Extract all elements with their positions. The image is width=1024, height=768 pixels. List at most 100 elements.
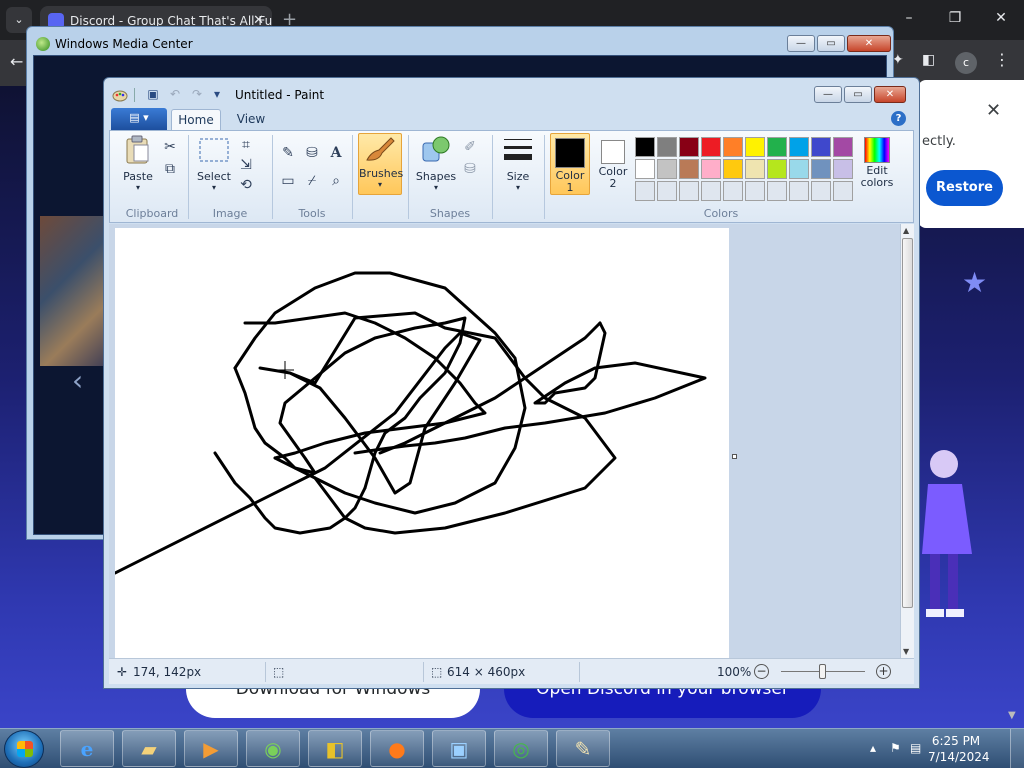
select-dropdown-icon[interactable]: ▾ xyxy=(194,183,234,192)
show-desktop-button[interactable] xyxy=(1010,729,1024,768)
palette-swatch[interactable] xyxy=(679,159,699,179)
paste-dropdown-icon[interactable]: ▾ xyxy=(118,183,158,192)
browser-menu-icon[interactable]: ⋮ xyxy=(992,50,1012,69)
size-button[interactable]: Size ▾ xyxy=(498,135,538,192)
tab-view[interactable]: View xyxy=(229,109,273,130)
color1-button[interactable]: Color 1 xyxy=(550,133,590,195)
paint-minimize-button[interactable]: — xyxy=(814,86,842,103)
palette-swatch[interactable] xyxy=(811,159,831,179)
palette-swatch[interactable] xyxy=(789,137,809,157)
customize-qat-icon[interactable]: ▾ xyxy=(210,87,224,101)
taskbar-media-player[interactable]: ▶ xyxy=(184,730,238,767)
help-icon[interactable]: ? xyxy=(891,111,906,126)
size-dropdown-icon[interactable]: ▾ xyxy=(498,183,538,192)
taskbar-chrome[interactable]: ◎ xyxy=(494,730,548,767)
restore-button[interactable]: Restore xyxy=(926,170,1003,206)
restore-close-icon[interactable]: ✕ xyxy=(986,100,1001,121)
palette-swatch[interactable] xyxy=(723,159,743,179)
taskbar-paint[interactable]: ✎ xyxy=(556,730,610,767)
fill-icon[interactable]: ⛁ xyxy=(460,159,480,179)
back-button[interactable]: ← xyxy=(10,52,23,71)
page-scroll-down-icon[interactable]: ▼ xyxy=(1008,710,1016,721)
zoom-in-button[interactable]: + xyxy=(876,664,891,679)
palette-swatch[interactable] xyxy=(657,181,677,201)
eraser-icon[interactable]: ▭ xyxy=(278,171,298,191)
wmc-minimize-button[interactable]: — xyxy=(787,35,815,52)
browser-close-icon[interactable]: ✕ xyxy=(986,10,1016,26)
palette-swatch[interactable] xyxy=(701,181,721,201)
palette-swatch[interactable] xyxy=(679,137,699,157)
copy-icon[interactable]: ⧉ xyxy=(160,159,180,179)
palette-swatch[interactable] xyxy=(833,181,853,201)
magnifier-icon[interactable]: ⌕ xyxy=(326,171,346,191)
show-hidden-icons[interactable]: ▴ xyxy=(870,741,876,755)
paint-close-button[interactable]: ✕ xyxy=(874,86,906,103)
cut-icon[interactable]: ✂ xyxy=(160,137,180,157)
palette-swatch[interactable] xyxy=(789,181,809,201)
select-button[interactable]: Select ▾ xyxy=(194,135,234,192)
system-clock[interactable]: 6:25 PM 7/14/2024 xyxy=(928,733,990,765)
palette-swatch[interactable] xyxy=(811,137,831,157)
scroll-down-icon[interactable]: ▼ xyxy=(903,647,909,656)
resize-icon[interactable]: ⇲ xyxy=(236,155,256,175)
palette-swatch[interactable] xyxy=(701,137,721,157)
fill-bucket-icon[interactable]: ⛁ xyxy=(302,143,322,163)
palette-swatch[interactable] xyxy=(679,181,699,201)
palette-swatch[interactable] xyxy=(745,159,765,179)
palette-swatch[interactable] xyxy=(745,137,765,157)
palette-swatch[interactable] xyxy=(789,159,809,179)
brushes-dropdown-icon[interactable]: ▾ xyxy=(359,180,401,189)
tab-home[interactable]: Home xyxy=(171,109,221,130)
edit-colors-button[interactable]: Edit colors xyxy=(856,133,898,189)
palette-swatch[interactable] xyxy=(657,137,677,157)
save-icon[interactable]: ▣ xyxy=(146,87,160,101)
shapes-dropdown-icon[interactable]: ▾ xyxy=(414,183,458,192)
rotate-icon[interactable]: ⟲ xyxy=(236,175,256,195)
network-icon[interactable]: ▤ xyxy=(910,741,921,755)
taskbar-file-explorer[interactable]: ▰ xyxy=(122,730,176,767)
color-picker-icon[interactable]: ⌿ xyxy=(302,171,322,191)
palette-swatch[interactable] xyxy=(723,181,743,201)
paint-file-menu-button[interactable]: ▤ ▾ xyxy=(111,108,167,130)
palette-swatch[interactable] xyxy=(767,159,787,179)
paste-button[interactable]: Paste ▾ xyxy=(118,135,158,192)
palette-swatch[interactable] xyxy=(811,181,831,201)
media-thumbnails[interactable] xyxy=(40,216,110,366)
action-center-icon[interactable]: ⚑ xyxy=(890,741,901,755)
canvas-resize-handle[interactable] xyxy=(732,454,737,459)
taskbar-firefox[interactable]: ● xyxy=(370,730,424,767)
palette-swatch[interactable] xyxy=(833,137,853,157)
taskbar-media-center[interactable]: ◉ xyxy=(246,730,300,767)
palette-swatch[interactable] xyxy=(833,159,853,179)
wmc-close-button[interactable]: ✕ xyxy=(847,35,891,52)
undo-icon[interactable]: ↶ xyxy=(168,87,182,101)
zoom-out-button[interactable]: − xyxy=(754,664,769,679)
palette-swatch[interactable] xyxy=(657,159,677,179)
taskbar-remote-desktop[interactable]: ▣ xyxy=(432,730,486,767)
color2-button[interactable]: Color 2 xyxy=(594,133,632,195)
shapes-button[interactable]: Shapes ▾ xyxy=(414,135,458,192)
paint-maximize-button[interactable]: ▭ xyxy=(844,86,872,103)
paint-app-icon[interactable] xyxy=(112,87,128,103)
browser-restore-icon[interactable]: ❐ xyxy=(940,10,970,26)
palette-swatch[interactable] xyxy=(745,181,765,201)
palette-swatch[interactable] xyxy=(767,181,787,201)
palette-swatch[interactable] xyxy=(635,159,655,179)
taskbar-internet-explorer[interactable]: e xyxy=(60,730,114,767)
zoom-slider-thumb[interactable] xyxy=(819,664,826,679)
scroll-up-icon[interactable]: ▲ xyxy=(903,226,909,235)
browser-minimize-icon[interactable]: – xyxy=(894,10,924,26)
palette-swatch[interactable] xyxy=(723,137,743,157)
brushes-button[interactable]: Brushes ▾ xyxy=(358,133,403,195)
drawing-canvas[interactable] xyxy=(115,228,729,658)
palette-swatch[interactable] xyxy=(767,137,787,157)
crop-icon[interactable]: ⌗ xyxy=(236,135,256,155)
outline-icon[interactable]: ✐ xyxy=(460,137,480,157)
scrollbar-thumb[interactable] xyxy=(902,238,913,608)
side-panel-icon[interactable]: ◧ xyxy=(922,52,935,68)
text-tool-icon[interactable]: A xyxy=(326,143,346,163)
vertical-scrollbar[interactable]: ▲ ▼ xyxy=(900,224,914,658)
chevron-left-icon[interactable]: ‹ xyxy=(72,364,83,397)
redo-icon[interactable]: ↷ xyxy=(190,87,204,101)
wmc-maximize-button[interactable]: ▭ xyxy=(817,35,845,52)
